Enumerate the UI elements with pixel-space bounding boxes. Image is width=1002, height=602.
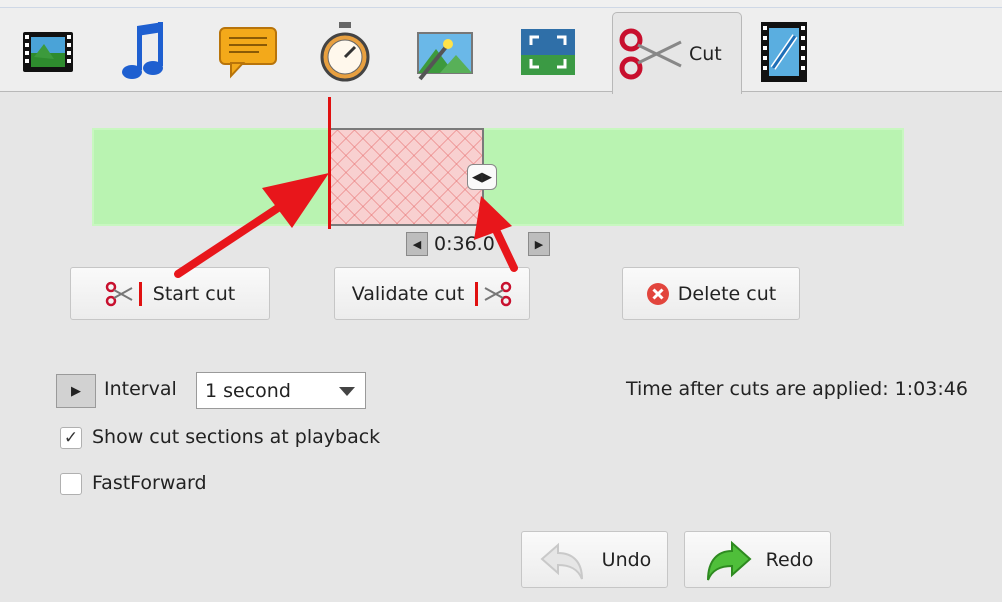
tab-cut[interactable]: Cut <box>612 12 742 94</box>
playhead-cursor[interactable] <box>328 97 331 229</box>
time-prev-button[interactable]: ◀ <box>406 232 428 256</box>
timeline-track[interactable] <box>92 128 904 226</box>
cut-selection-region[interactable] <box>329 128 484 226</box>
music-note-icon <box>122 22 163 79</box>
cut-resize-handle[interactable]: ◀▶ <box>467 164 497 190</box>
validate-cut-button[interactable]: Validate cut <box>334 267 530 320</box>
tab-bar: Cut <box>0 8 1002 94</box>
redo-arrow-icon <box>702 539 752 581</box>
time-next-button[interactable]: ▶ <box>528 232 550 256</box>
time-after-cuts: Time after cuts are applied: 1:03:46 <box>626 378 968 400</box>
show-cut-sections-checkbox[interactable]: ✓ <box>60 427 82 449</box>
window-top-strip <box>0 0 1002 8</box>
time-navigator: ◀ 0:36.0 ▶ <box>406 232 550 256</box>
undo-arrow-icon <box>538 539 588 581</box>
triangle-right-icon: ▶ <box>71 383 81 399</box>
scissors-start-icon <box>105 281 145 307</box>
tab-crop[interactable] <box>508 14 588 90</box>
tab-cut-label: Cut <box>689 42 722 65</box>
interval-select[interactable]: 1 second <box>196 372 366 409</box>
validate-cut-label: Validate cut <box>351 282 465 305</box>
scissors-end-icon <box>472 281 512 307</box>
show-cut-sections-label: Show cut sections at playback <box>92 426 381 448</box>
tab-music[interactable] <box>106 14 186 90</box>
speech-bubble-icon <box>219 27 277 79</box>
redo-label: Redo <box>765 548 814 571</box>
current-time: 0:36.0 <box>428 232 528 256</box>
tab-effects[interactable] <box>404 14 484 90</box>
interval-label: Interval <box>104 378 177 400</box>
fullscreen-frame-icon <box>521 29 575 75</box>
undo-button[interactable]: Undo <box>521 531 668 588</box>
video-film-icon <box>23 32 73 72</box>
triangle-left-icon: ◀ <box>412 237 422 251</box>
magic-image-icon <box>417 32 473 81</box>
redo-button[interactable]: Redo <box>684 531 831 588</box>
delete-x-icon <box>646 282 670 306</box>
undo-label: Undo <box>601 548 652 571</box>
fastforward-checkbox[interactable] <box>60 473 82 495</box>
stopwatch-icon <box>320 22 370 82</box>
start-cut-button[interactable]: Start cut <box>70 267 270 320</box>
fastforward-label: FastForward <box>92 472 207 494</box>
tab-text[interactable] <box>208 14 288 90</box>
tab-transitions[interactable] <box>744 14 824 90</box>
interval-value: 1 second <box>205 379 291 402</box>
delete-cut-label: Delete cut <box>677 282 777 305</box>
film-link-icon <box>761 22 807 82</box>
triangle-right-icon: ▶ <box>534 237 544 251</box>
interval-expand-button[interactable]: ▶ <box>56 374 96 408</box>
resize-arrows-icon: ◀▶ <box>472 169 492 185</box>
start-cut-label: Start cut <box>152 282 236 305</box>
delete-cut-button[interactable]: Delete cut <box>622 267 800 320</box>
tab-video[interactable] <box>8 14 88 90</box>
chevron-down-icon <box>339 387 355 396</box>
checkmark-icon: ✓ <box>63 428 79 448</box>
tab-timer[interactable] <box>305 14 385 90</box>
scissors-icon <box>619 28 682 79</box>
